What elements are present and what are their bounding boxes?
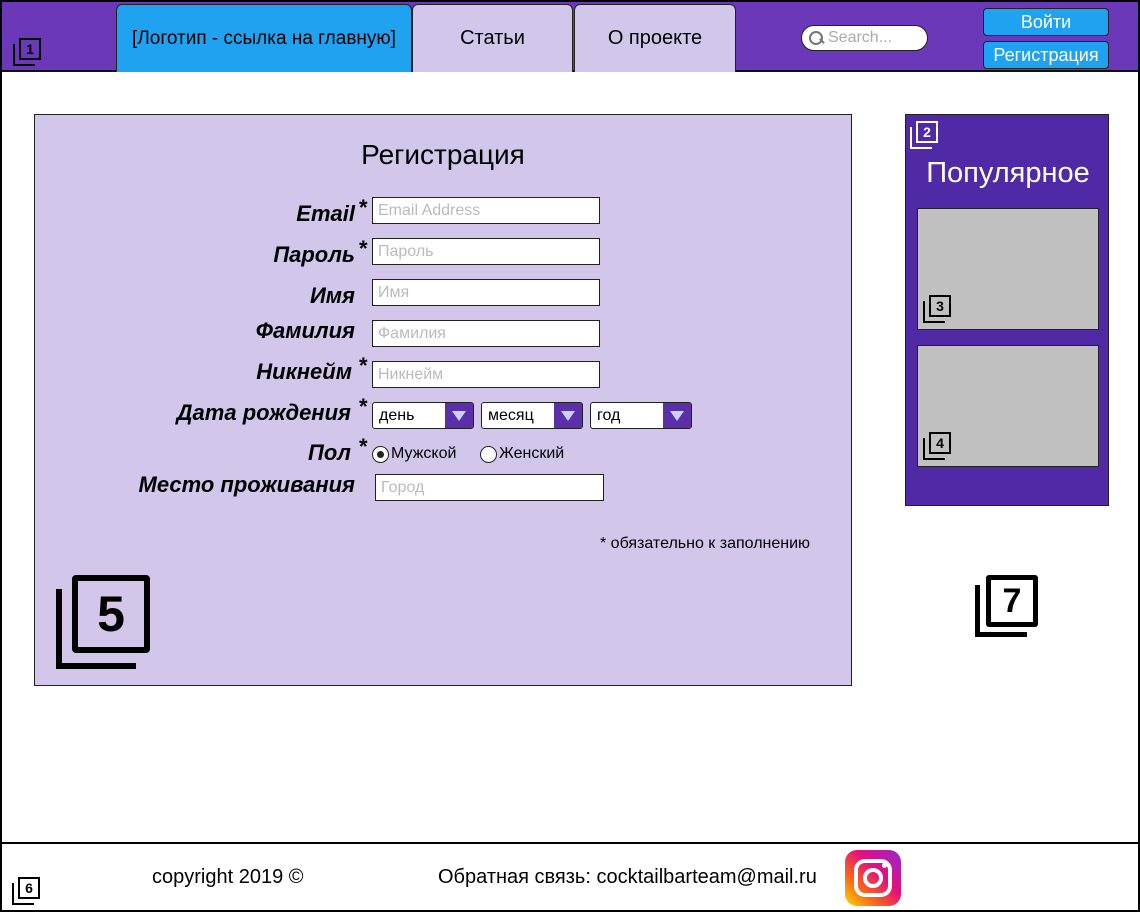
email-field[interactable] bbox=[372, 197, 600, 224]
last-name-field[interactable] bbox=[372, 320, 600, 347]
email-label: Email bbox=[296, 201, 355, 226]
chevron-down-icon bbox=[554, 403, 582, 428]
birth-month-select[interactable]: месяц bbox=[481, 402, 583, 429]
radio-unselected-icon bbox=[480, 445, 497, 463]
tab-about[interactable]: О проекте bbox=[574, 4, 736, 72]
form-title: Регистрация bbox=[361, 139, 525, 170]
chevron-down-icon bbox=[445, 403, 473, 428]
password-required-mark: * bbox=[359, 236, 368, 261]
nickname-field[interactable] bbox=[372, 361, 600, 388]
search-input[interactable] bbox=[828, 29, 920, 47]
popular-panel: 2 Популярное 3 4 bbox=[905, 114, 1109, 506]
last-name-label: Фамилия bbox=[255, 318, 355, 343]
password-label: Пароль bbox=[273, 242, 355, 267]
header: 1 [Логотип - ссылка на главную] Статьи О… bbox=[2, 2, 1138, 72]
section-4-marker-icon: 4 bbox=[923, 432, 951, 460]
popular-title: Популярное bbox=[926, 157, 1090, 189]
popular-card[interactable]: 3 bbox=[917, 208, 1099, 330]
feedback-email-link[interactable]: Обратная связь: cocktailbarteam@mail.ru bbox=[438, 866, 817, 889]
password-field[interactable] bbox=[372, 238, 600, 265]
first-name-field[interactable] bbox=[372, 279, 600, 306]
search-icon bbox=[808, 30, 824, 46]
gender-male-radio[interactable]: Мужской bbox=[372, 445, 456, 463]
first-name-label: Имя bbox=[309, 283, 355, 308]
footer: 6 copyright 2019 © Обратная связь: cockt… bbox=[2, 842, 1138, 910]
gender-female-radio[interactable]: Женский bbox=[480, 445, 564, 463]
nickname-required-mark: * bbox=[359, 353, 368, 378]
gender-required-mark: * bbox=[359, 434, 368, 459]
city-field[interactable] bbox=[375, 474, 604, 501]
search-box[interactable] bbox=[801, 25, 928, 51]
popular-card[interactable]: 4 bbox=[917, 345, 1099, 467]
birth-year-select[interactable]: год bbox=[590, 402, 692, 429]
birthdate-required-mark: * bbox=[359, 394, 368, 419]
section-5-marker-icon: 5 bbox=[56, 575, 150, 669]
birthdate-label: Дата рождения bbox=[176, 400, 351, 425]
required-note: * обязательно к заполнению bbox=[600, 535, 811, 552]
login-button[interactable]: Войти bbox=[983, 8, 1109, 36]
section-3-marker-icon: 3 bbox=[923, 295, 951, 323]
section-6-marker-icon: 6 bbox=[12, 877, 40, 905]
section-2-marker-icon: 2 bbox=[910, 121, 938, 149]
gender-label: Пол bbox=[308, 440, 351, 465]
email-required-mark: * bbox=[359, 195, 368, 220]
chevron-down-icon bbox=[663, 403, 691, 428]
registration-form: Регистрация Email * Пароль * Имя Фамилия… bbox=[34, 114, 852, 686]
radio-selected-icon bbox=[372, 445, 389, 463]
tab-articles[interactable]: Статьи bbox=[412, 4, 573, 72]
section-1-marker-icon: 1 bbox=[13, 38, 41, 66]
register-button[interactable]: Регистрация bbox=[983, 41, 1109, 69]
instagram-icon[interactable] bbox=[845, 850, 901, 906]
nickname-label: Никнейм bbox=[256, 359, 352, 384]
section-7-marker-icon: 7 bbox=[975, 575, 1038, 638]
page: 1 [Логотип - ссылка на главную] Статьи О… bbox=[0, 0, 1140, 912]
logo-home-link[interactable]: [Логотип - ссылка на главную] bbox=[116, 4, 412, 72]
copyright-text: copyright 2019 © bbox=[152, 866, 304, 888]
city-label: Место проживания bbox=[138, 472, 355, 497]
birth-day-select[interactable]: день bbox=[372, 402, 474, 429]
